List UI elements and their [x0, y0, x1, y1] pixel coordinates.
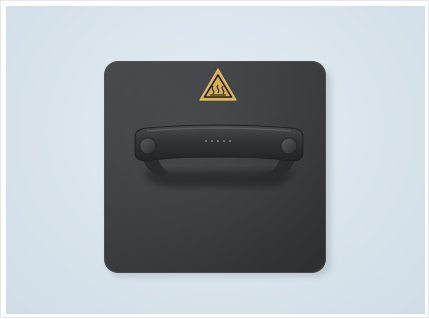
handle-cap-right — [280, 137, 298, 155]
handle-cap-left — [139, 137, 157, 155]
image-frame — [0, 0, 429, 318]
product-photo — [104, 61, 331, 277]
